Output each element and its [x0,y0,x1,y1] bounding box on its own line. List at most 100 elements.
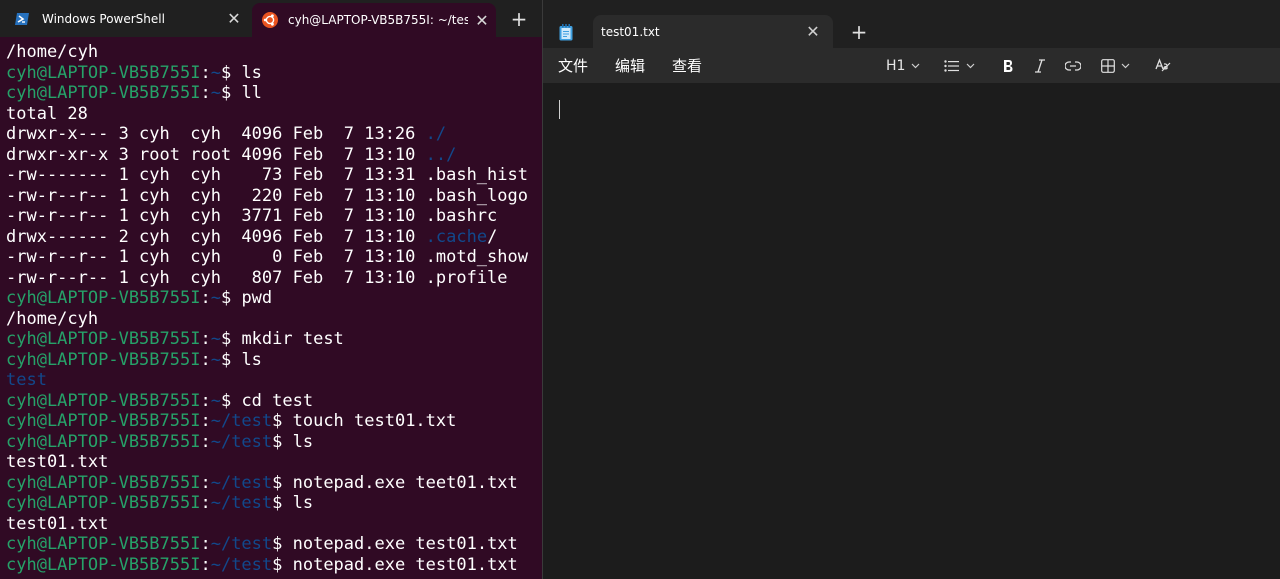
menu-view[interactable]: 查看 [672,48,702,83]
terminal-text: : [200,411,211,431]
terminal-text: /home/cyh [6,42,99,62]
chevron-down-icon [966,63,975,68]
menu-file[interactable]: 文件 [558,48,588,83]
terminal-line: cyh@LAPTOP-VB5B755I:~$ ll [6,83,528,104]
terminal-text: $ pwd [220,288,273,308]
prompt-path: ~ [210,390,221,411]
prompt-user: cyh@LAPTOP-VB5B755I [6,554,201,575]
tab-label: test01.txt [601,24,660,39]
directory-name: ../ [425,144,457,165]
tab-test01-txt[interactable]: test01.txt ✕ [593,15,833,48]
prompt-path: ~ [210,62,221,83]
prompt-user: cyh@LAPTOP-VB5B755I [6,288,201,308]
terminal-line: cyh@LAPTOP-VB5B755I:~/test$ notepad.exe … [6,555,528,576]
link-button[interactable] [1065,48,1081,83]
heading-label: H1 [886,57,906,74]
terminal-line: -rw-r--r-- 1 cyh cyh 0 Feb 7 13:10 .motd… [6,247,528,268]
prompt-user: cyh@LAPTOP-VB5B755I [6,329,201,349]
terminal-text: test01.txt [6,452,109,472]
terminal-text: drwxr-xr-x 3 root root 4096 Feb 7 13:10 [6,144,426,165]
terminal-line: -rw-r--r-- 1 cyh cyh 807 Feb 7 13:10 .pr… [6,268,528,289]
terminal-text: / [487,226,498,247]
bold-button[interactable] [1002,48,1014,83]
terminal-text: : [200,493,211,513]
chevron-down-icon [912,63,920,68]
tab-windows-powershell[interactable]: Windows PowerShell ✕ [0,0,248,37]
terminal-line: drwxr-xr-x 3 root root 4096 Feb 7 13:10 … [6,145,528,166]
terminal-text: $ touch test01.txt [272,411,457,431]
terminal-line: /home/cyh [6,309,528,330]
terminal-text: $ notepad.exe teet01.txt [272,472,518,493]
terminal-text: drwxr-x--- 3 cyh cyh 4096 Feb 7 13:26 [6,124,426,144]
directory-name: .cache [425,226,488,247]
terminal-line: cyh@LAPTOP-VB5B755I:~/test$ notepad.exe … [6,534,528,555]
tab-ubuntu[interactable]: cyh@LAPTOP-VB5B755I: ~/tes ✕ [252,3,496,37]
text-editor[interactable] [543,83,1280,579]
directory-name: test [6,370,47,390]
terminal-line: cyh@LAPTOP-VB5B755I:~$ ls [6,350,528,371]
terminal-text: $ cd test [220,390,314,411]
prompt-user: cyh@LAPTOP-VB5B755I [6,472,201,493]
prompt-path: ~ [210,329,221,349]
terminal-text: test01.txt [6,513,109,534]
prompt-path: ~/test [210,493,273,513]
terminal-text: : [200,554,211,575]
text-caret [559,100,560,119]
list-dropdown[interactable] [944,48,975,83]
notepad-toolbar: 文件 编辑 查看 H1 [543,48,1280,83]
terminal-line: -rw------- 1 cyh cyh 73 Feb 7 13:31 .bas… [6,165,528,186]
notepad-tab-bar: test01.txt ✕ + [543,0,1280,48]
prompt-user: cyh@LAPTOP-VB5B755I [6,349,201,370]
terminal-line: cyh@LAPTOP-VB5B755I:~$ pwd [6,288,528,309]
table-dropdown[interactable] [1101,48,1130,83]
terminal-text: : [200,288,211,308]
terminal-text: -rw------- 1 cyh cyh 73 Feb 7 13:31 .bas… [6,165,528,185]
directory-name: ./ [425,124,447,144]
terminal-text: $ mkdir test [220,329,344,349]
menu-edit[interactable]: 编辑 [615,48,645,83]
terminal-text: $ ll [220,83,262,103]
spellcheck-icon [1155,57,1171,71]
powershell-icon [15,12,29,25]
close-icon[interactable]: ✕ [799,22,827,41]
prompt-path: ~ [210,83,221,103]
prompt-path: ~/test [210,534,273,554]
heading-dropdown[interactable]: H1 [886,48,920,83]
terminal-line: test [6,370,528,391]
close-icon[interactable]: ✕ [468,11,496,30]
terminal-text: : [200,83,211,103]
prompt-path: ~/test [210,554,273,575]
terminal-line: cyh@LAPTOP-VB5B755I:~$ cd test [6,391,528,412]
terminal-line: total 28 [6,104,528,125]
prompt-user: cyh@LAPTOP-VB5B755I [6,62,201,83]
terminal-text: total 28 [6,103,88,124]
terminal-output[interactable]: /home/cyh cyh@LAPTOP-VB5B755I:~$ ls cyh@LA… [6,42,528,575]
italic-button[interactable] [1034,48,1046,83]
terminal-line: test01.txt [6,452,528,473]
terminal-text: $ ls [220,349,262,370]
prompt-user: cyh@LAPTOP-VB5B755I [6,411,201,431]
terminal-text: -rw-r--r-- 1 cyh cyh 220 Feb 7 13:10 .ba… [6,185,528,206]
prompt-user: cyh@LAPTOP-VB5B755I [6,83,201,103]
terminal-line: test01.txt [6,514,528,535]
terminal-text: : [200,431,211,452]
prompt-path: ~ [210,349,221,370]
terminal-line: cyh@LAPTOP-VB5B755I:~$ ls [6,63,528,84]
terminal-text: : [200,534,211,554]
close-icon[interactable]: ✕ [220,9,248,28]
new-tab-button[interactable]: + [504,0,534,37]
prompt-user: cyh@LAPTOP-VB5B755I [6,493,201,513]
terminal-line: cyh@LAPTOP-VB5B755I:~/test$ ls [6,493,528,514]
terminal-text: : [200,349,211,370]
prompt-path: ~/test [210,472,273,493]
table-icon [1101,58,1115,73]
bold-icon [1004,59,1013,72]
terminal-line: -rw-r--r-- 1 cyh cyh 3771 Feb 7 13:10 .b… [6,206,528,227]
spellcheck-button[interactable] [1155,48,1171,83]
link-icon [1065,60,1081,71]
terminal-text: -rw-r--r-- 1 cyh cyh 3771 Feb 7 13:10 .b… [6,206,498,226]
terminal-line: -rw-r--r-- 1 cyh cyh 220 Feb 7 13:10 .ba… [6,186,528,207]
terminal-text: $ notepad.exe test01.txt [272,554,518,575]
terminal-text: : [200,329,211,349]
new-tab-button[interactable]: + [845,17,873,47]
